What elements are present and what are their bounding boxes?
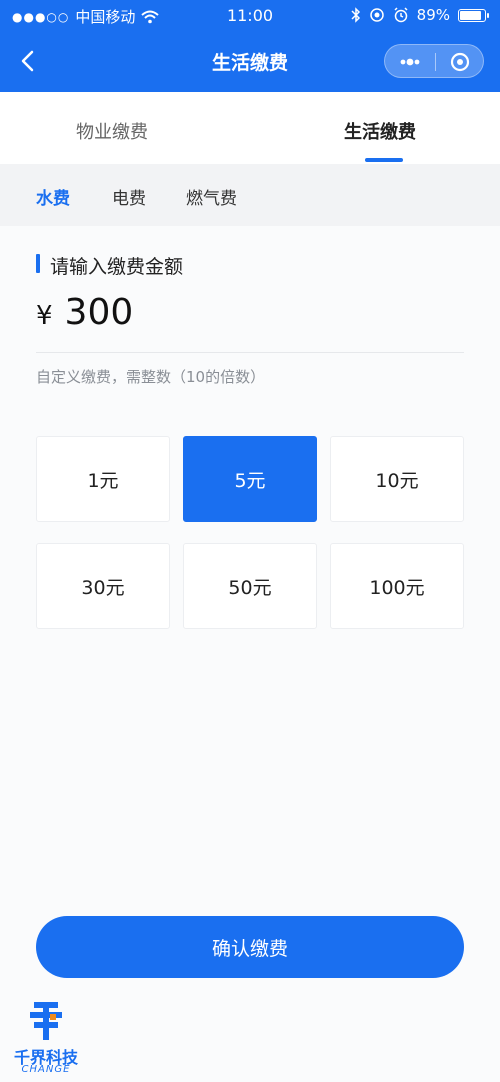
status-right: 89% — [351, 6, 489, 24]
watermark-subtext: CHANGE — [21, 1064, 71, 1075]
confirm-payment-button[interactable]: 确认缴费 — [36, 916, 464, 978]
logo-icon — [30, 1002, 62, 1040]
amount-option-1[interactable]: 1元 — [36, 436, 170, 522]
battery-percent: 89% — [416, 6, 450, 24]
amount-value: 300 — [64, 292, 134, 333]
amount-option-5[interactable]: 5元 — [183, 436, 317, 522]
battery-icon — [458, 8, 489, 22]
watermark-logo: 千界科技 CHANGE — [4, 998, 88, 1076]
tab-living-fee[interactable]: 生活缴费 — [344, 118, 416, 144]
more-dots-icon — [400, 58, 420, 66]
bluetooth-icon — [351, 7, 360, 23]
tab-indicator — [365, 158, 403, 162]
payment-panel: 请输入缴费金额 ¥ 300 自定义缴费，需整数（10的倍数） 1元 5元 10元… — [0, 226, 500, 1082]
close-button[interactable] — [445, 50, 475, 74]
more-button[interactable] — [395, 50, 425, 74]
target-close-icon — [450, 52, 470, 72]
amount-option-100[interactable]: 100元 — [330, 543, 464, 629]
location-icon — [369, 8, 384, 22]
battery-fill — [460, 10, 482, 20]
amount-input[interactable]: ¥ 300 — [36, 292, 133, 333]
fee-type-tabs: 水费 电费 燃气费 — [0, 164, 500, 226]
amount-option-10[interactable]: 10元 — [330, 436, 464, 522]
subtab-water[interactable]: 水费 — [36, 184, 70, 209]
amount-section-title: 请输入缴费金额 — [36, 252, 183, 279]
amount-divider — [36, 352, 464, 353]
header-bar: ●●●○○ 中国移动 11:00 89% 生活缴费 — [0, 0, 500, 92]
currency-symbol: ¥ — [36, 301, 53, 331]
miniprogram-capsule — [384, 44, 484, 78]
subtab-electricity[interactable]: 电费 — [112, 184, 146, 209]
navigation-bar: 生活缴费 — [0, 34, 500, 90]
amount-option-30[interactable]: 30元 — [36, 543, 170, 629]
status-bar: ●●●○○ 中国移动 11:00 89% — [0, 0, 500, 32]
tab-property-fee[interactable]: 物业缴费 — [76, 118, 148, 144]
capsule-divider — [435, 53, 436, 71]
alarm-icon — [394, 7, 408, 23]
amount-hint: 自定义缴费，需整数（10的倍数） — [36, 368, 266, 386]
amount-option-50[interactable]: 50元 — [183, 543, 317, 629]
main-tabs: 物业缴费 生活缴费 — [0, 92, 500, 164]
subtab-gas[interactable]: 燃气费 — [186, 184, 237, 209]
